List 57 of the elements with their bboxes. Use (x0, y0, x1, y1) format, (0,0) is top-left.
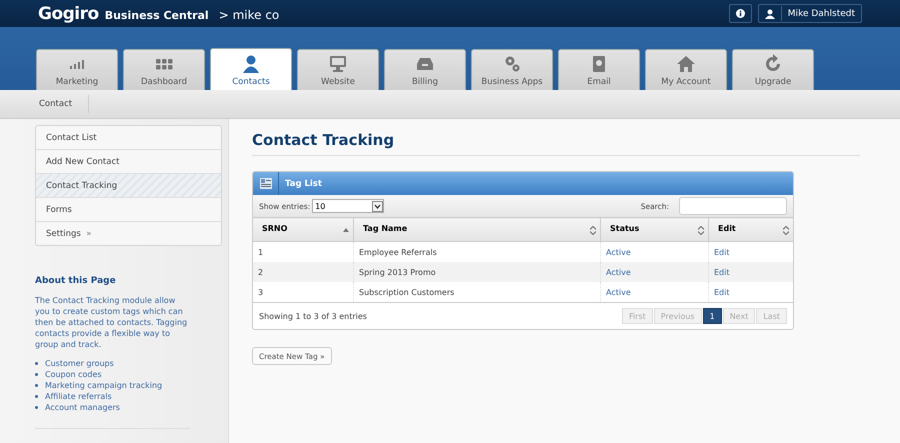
sort-ascending-icon (343, 226, 349, 235)
caret-icon (372, 200, 384, 212)
feature-item: Account managers (35, 402, 190, 413)
search-field[interactable] (679, 197, 787, 215)
edit-link[interactable]: Edit (708, 242, 793, 262)
nav-tab[interactable]: My Account (645, 49, 727, 90)
side-menu-item[interactable]: Contact List (36, 126, 221, 150)
status-cell: Active (600, 262, 708, 282)
column-header[interactable]: Status (600, 218, 708, 242)
logo[interactable]: Gogiro (38, 4, 99, 24)
info-icon (736, 9, 745, 18)
nav-tab[interactable]: Website (297, 49, 379, 90)
table-cell: 2 (253, 262, 354, 282)
user-icon (764, 8, 775, 18)
side-menu-item[interactable]: Contact Tracking (36, 174, 221, 198)
table-cell: 3 (253, 282, 354, 302)
edit-link[interactable]: Edit (708, 262, 793, 282)
monitor-icon (328, 54, 348, 74)
column-header[interactable]: Edit (708, 218, 793, 242)
info-button[interactable] (728, 4, 752, 23)
feature-item: Customer groups (35, 358, 190, 369)
nav-tab[interactable]: Upgrade (732, 49, 814, 90)
entries-info: Showing 1 to 3 of 3 entries (259, 312, 367, 320)
nav-tab[interactable]: Marketing (36, 49, 118, 90)
side-menu-item[interactable]: Settings » (36, 222, 221, 245)
user-menu-button[interactable]: Mike Dahlstedt (758, 4, 862, 23)
nav-tab[interactable]: Contacts (210, 48, 292, 90)
breadcrumb[interactable]: Contact (0, 95, 90, 113)
nav-tab[interactable]: Billing (384, 49, 466, 90)
pagination-button[interactable]: 1 (702, 308, 722, 324)
nav-tab[interactable]: Email (558, 49, 640, 90)
person-icon (241, 54, 261, 74)
column-header[interactable]: SRNO (253, 218, 354, 242)
sort-icon (698, 226, 704, 235)
entries-dropdown[interactable]: 10 (312, 199, 384, 213)
nav-tab[interactable]: Dashboard (123, 49, 205, 90)
nav-tab[interactable]: Business Apps (471, 49, 553, 90)
status-cell: Active (600, 282, 708, 302)
panel-title: Tag List (285, 178, 322, 188)
account-name: > mike co (218, 8, 280, 22)
edit-link[interactable]: Edit (708, 282, 793, 302)
about-title: About this Page (35, 276, 117, 286)
refresh-icon (763, 54, 783, 74)
list-icon (260, 178, 272, 189)
about-text: The Contact Tracking module allow you to create custom tags which can then be attached to contacts. Tagging contacts provide a flexible way to group and track. (35, 295, 188, 350)
product-name: Business Central (104, 8, 209, 22)
sort-icon (783, 226, 789, 235)
feature-item: Affiliate referrals (35, 391, 190, 402)
sort-icon (590, 226, 596, 235)
column-header[interactable]: Tag Name (354, 218, 600, 242)
house-icon (676, 54, 696, 74)
side-menu-item[interactable]: Forms (36, 198, 221, 222)
feature-item: Coupon codes (35, 369, 190, 380)
page-title: Contact Tracking (252, 131, 860, 156)
table-cell: Spring 2013 Promo (354, 262, 600, 282)
table-cell: Subscription Customers (354, 282, 600, 302)
feature-item: Marketing campaign tracking (35, 380, 190, 391)
